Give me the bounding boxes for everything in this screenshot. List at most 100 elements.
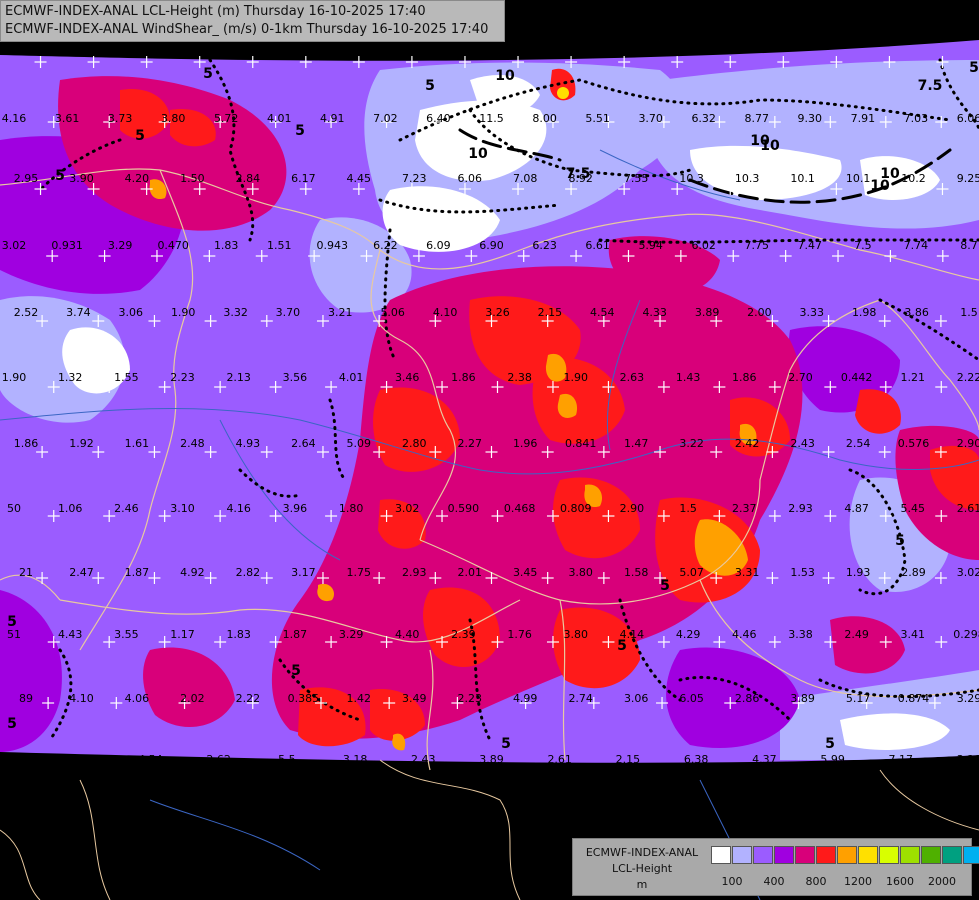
legend-swatch (879, 846, 899, 864)
value-label: 2.74 (568, 692, 593, 705)
value-label: 3.22 (679, 437, 704, 450)
value-label: 5.94 (638, 239, 663, 252)
value-label: 4.85 (2, 753, 27, 766)
legend-swatch (816, 846, 836, 864)
value-label: 0.470 (157, 239, 189, 252)
legend-swatches (711, 846, 979, 866)
value-label: 1.87 (283, 628, 308, 641)
value-label: 4.16 (226, 502, 251, 515)
value-label: 1.55 (114, 371, 139, 384)
value-label: 3.06 (624, 692, 649, 705)
value-label: 1.76 (507, 628, 532, 641)
contour-label: 5 (501, 736, 511, 752)
value-label: 4.33 (642, 306, 667, 319)
legend-tick-label: 2000 (928, 875, 956, 888)
legend-swatch (795, 846, 815, 864)
value-label: 2.39 (451, 628, 476, 641)
value-label: 3.73 (108, 112, 133, 125)
value-label: 6.90 (479, 239, 504, 252)
value-label: 7.02 (373, 112, 398, 125)
legend-swatch (921, 846, 941, 864)
value-label: 6.06 (458, 172, 483, 185)
value-label: 2.82 (236, 566, 261, 579)
value-label: 3.86 (904, 306, 929, 319)
value-label: 7.5 (854, 239, 872, 252)
legend-swatch (732, 846, 752, 864)
value-label: 3.89 (790, 692, 815, 705)
value-label: 6.40 (426, 112, 451, 125)
value-label: 10.3 (679, 172, 704, 185)
legend-tick-label: 800 (805, 875, 827, 888)
value-label: 8.7 (960, 239, 978, 252)
value-label: 4.40 (395, 628, 420, 641)
value-label: 2.23 (170, 371, 195, 384)
value-label: 4.10 (69, 692, 94, 705)
contour-label: 10 (495, 68, 515, 84)
value-label: 1.06 (58, 502, 83, 515)
legend-swatch (753, 846, 773, 864)
value-label: 4.99 (513, 692, 538, 705)
value-label: 1.90 (171, 306, 196, 319)
value-label: 51 (7, 628, 21, 641)
value-label: 3.70 (638, 112, 663, 125)
value-label: 1.98 (852, 306, 877, 319)
value-label: 3.80 (568, 566, 593, 579)
value-label: 1.51 (267, 239, 292, 252)
value-label: 2.84 (236, 172, 261, 185)
contour-label: 5 (291, 663, 301, 679)
value-label: 4.10 (433, 306, 458, 319)
value-label: 1.86 (14, 437, 39, 450)
value-label: 1.50 (180, 172, 205, 185)
value-label: 2.43 (790, 437, 815, 450)
value-label: 7.47 (798, 239, 823, 252)
value-label: 3.29 (108, 239, 133, 252)
value-label: 5.07 (679, 566, 704, 579)
legend-title: ECMWF-INDEX-ANAL LCL-Height m (577, 845, 707, 893)
value-label: 4.06 (125, 692, 150, 705)
value-label: 1.47 (624, 437, 649, 450)
value-label: 2.90 (957, 437, 979, 450)
value-label: 0.298 (953, 628, 979, 641)
value-label: 0.590 (448, 502, 480, 515)
value-label: 4.20 (125, 172, 150, 185)
value-label: 1.5 (679, 502, 697, 515)
value-label: 3.51 (70, 753, 95, 766)
value-label: 1.83 (226, 628, 251, 641)
value-label: 21 (19, 566, 33, 579)
legend-swatch (837, 846, 857, 864)
contour-label: 5 (55, 168, 65, 184)
value-label: 0.931 (51, 239, 83, 252)
value-label: 3.80 (161, 112, 186, 125)
value-label: 2.63 (620, 371, 645, 384)
value-label: 1.17 (170, 628, 195, 641)
legend-title-model: ECMWF-INDEX-ANAL (585, 846, 699, 859)
value-label: 4.92 (180, 566, 205, 579)
value-label: 4.01 (267, 112, 292, 125)
value-label: 5.5 (278, 753, 296, 766)
value-label: 0.576 (898, 437, 930, 450)
value-label: 3.96 (283, 502, 308, 515)
value-label: 9.30 (798, 112, 823, 125)
value-label: 0.385 (288, 692, 320, 705)
value-label: 1.80 (339, 502, 364, 515)
value-label: 50 (7, 502, 21, 515)
value-label: 3.02 (957, 566, 979, 579)
contour-label: 5 (135, 128, 145, 144)
value-label: 2.43 (411, 753, 436, 766)
value-label: 6.09 (426, 239, 451, 252)
value-label: 2.01 (458, 566, 483, 579)
contour-label: 5 (203, 66, 213, 82)
value-label: 5.09 (347, 437, 372, 450)
value-label: 9.25 (957, 172, 979, 185)
value-label: 2.90 (620, 502, 645, 515)
value-label: 2.46 (114, 502, 139, 515)
value-label: 8.00 (532, 112, 557, 125)
value-label: 8.92 (568, 172, 593, 185)
value-label: 3.61 (55, 112, 80, 125)
value-label: 2.61 (957, 502, 979, 515)
legend-tick-label: 1600 (886, 875, 914, 888)
value-label: 5.51 (585, 112, 610, 125)
value-label: 4.45 (347, 172, 372, 185)
value-label: 6.22 (373, 239, 398, 252)
value-label: 5.45 (901, 502, 926, 515)
